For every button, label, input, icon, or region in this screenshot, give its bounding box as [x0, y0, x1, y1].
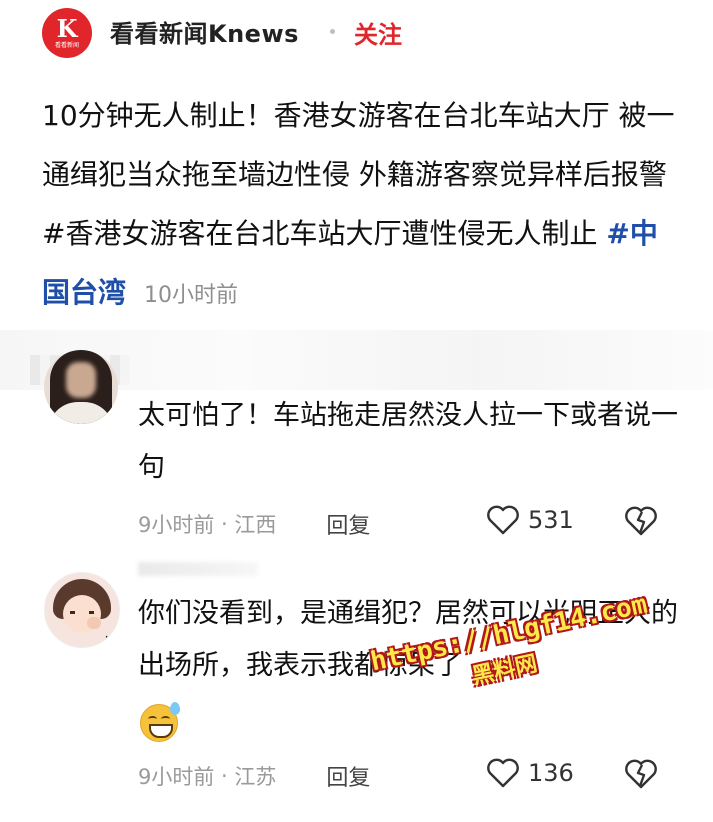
- source-name[interactable]: 看看新闻Knews: [110, 14, 299, 49]
- tiktok-icon: ♪: [103, 635, 110, 646]
- logo-letter: K: [56, 13, 78, 43]
- comment-meta: 9小时前 · 江西 回复: [138, 508, 370, 540]
- comment-text: 太可怕了！车站拖走居然没人拉一下或者说一句: [138, 400, 678, 483]
- dislike-broken-heart-icon[interactable]: [624, 506, 658, 536]
- post-body: 10分钟无人制止！香港女游客在台北车站大厅 被一通缉犯当众拖至墙边性侵 外籍游客…: [42, 86, 682, 325]
- comment-time: 9小时前: [138, 513, 215, 537]
- like-button[interactable]: 136: [486, 758, 574, 788]
- blurred-username: [138, 562, 258, 576]
- like-button[interactable]: 531: [486, 505, 574, 535]
- source-logo[interactable]: K 看看新闻: [42, 8, 92, 58]
- comment-location: 江西: [234, 513, 277, 537]
- avatar[interactable]: [44, 350, 118, 424]
- comment-meta: 9小时前 · 江苏 回复: [138, 760, 370, 792]
- post-text: 10分钟无人制止！香港女游客在台北车站大厅 被一通缉犯当众拖至墙边性侵 外籍游客…: [42, 99, 675, 250]
- post-header: K 看看新闻 看看新闻Knews 关注: [0, 0, 713, 70]
- reply-button[interactable]: 回复: [326, 760, 370, 792]
- reply-button[interactable]: 回复: [326, 508, 370, 540]
- avatar[interactable]: ♪: [44, 572, 120, 648]
- logo-subtitle: 看看新闻: [54, 41, 79, 49]
- meta-separator: ·: [214, 512, 235, 536]
- meta-separator: ·: [214, 764, 235, 788]
- post-time: 10小时前: [144, 283, 239, 308]
- like-count: 531: [528, 506, 574, 534]
- like-count: 136: [528, 759, 574, 787]
- follow-button[interactable]: 关注: [354, 15, 402, 50]
- separator-dot: [330, 29, 335, 34]
- dislike-broken-heart-icon[interactable]: [624, 759, 658, 789]
- comment-time: 9小时前: [138, 765, 215, 789]
- like-heart-icon: [487, 505, 519, 535]
- like-heart-icon: [487, 758, 519, 788]
- grinning-sweat-emoji: [140, 702, 180, 742]
- comment-location: 江苏: [234, 765, 277, 789]
